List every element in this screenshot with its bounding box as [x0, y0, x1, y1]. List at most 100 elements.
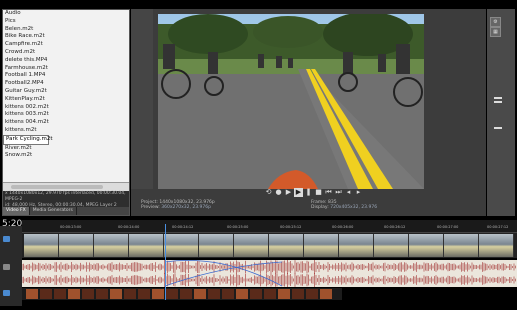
tab-media-generators[interactable]: Media Generators — [30, 207, 77, 215]
playhead[interactable] — [165, 224, 166, 300]
display-value: 720x405x32, 23.976 — [330, 205, 378, 210]
loop-icon[interactable]: ⟲ — [264, 188, 273, 197]
scrollbar-thumb[interactable] — [11, 185, 103, 189]
play-from-start-icon[interactable]: ▶ — [284, 188, 293, 197]
transport-controls: ⟲ ● ▶ ▶ ❚ ■ ⏮ ⏭ ◂ ▸ — [264, 188, 374, 199]
prev-frame-icon[interactable]: ◂ — [344, 188, 353, 197]
explorer-tabs: Video FX Media Generators — [3, 207, 129, 215]
file-item[interactable]: kittens 002.m2t — [3, 104, 129, 112]
file-item[interactable]: River.m2t — [3, 145, 129, 153]
video-thumbnail — [339, 234, 374, 257]
video-track-icon[interactable] — [3, 236, 10, 242]
video-thumbnail — [444, 234, 479, 257]
track-block — [264, 289, 276, 299]
file-item[interactable]: delete this.MP4 — [3, 57, 129, 65]
preview-toolbar — [131, 9, 153, 189]
preview-window: ⟲ ● ▶ ▶ ❚ ■ ⏮ ⏭ ◂ ▸ Project: 1440x1080x3… — [131, 9, 486, 216]
track-block — [306, 289, 318, 299]
stop-icon[interactable]: ■ — [314, 188, 323, 197]
audio-track[interactable] — [21, 260, 517, 287]
track-block — [320, 289, 332, 299]
record-icon[interactable]: ● — [274, 188, 283, 197]
video-thumbnail — [409, 234, 444, 257]
track-block — [54, 289, 66, 299]
ruler-tick: 00:00:23:00 — [60, 225, 82, 229]
ruler-tick: 00:00:26:00 — [332, 225, 354, 229]
meter-mark — [494, 97, 502, 99]
track-block — [194, 289, 206, 299]
file-item[interactable]: Bike Race.m2t — [3, 33, 129, 41]
track-block — [166, 289, 178, 299]
track-block — [180, 289, 192, 299]
file-info-video: x 1440x1080x12, 29.970 fps interlaced, 0… — [5, 191, 126, 202]
audio-track-2-icon[interactable] — [3, 290, 10, 296]
audio-waveform — [21, 260, 516, 287]
track-block — [82, 289, 94, 299]
file-item[interactable]: Pics — [3, 18, 129, 26]
video-thumbnail — [164, 234, 199, 257]
preview-label: Preview: — [141, 205, 160, 210]
video-track[interactable] — [22, 233, 517, 258]
tab-video-fx[interactable]: Video FX — [3, 207, 30, 215]
track-block — [278, 289, 290, 299]
file-item[interactable]: Campfire.m2t — [3, 41, 129, 49]
track-block — [250, 289, 262, 299]
explorer-panel: Audio Pics Belen.m2t Bike Race.m2t Campfire.… — [2, 9, 130, 216]
preview-info: Project: 1440x1080x32, 23.976p Preview: … — [141, 200, 471, 214]
track-block — [26, 289, 38, 299]
video-thumbnail — [24, 234, 59, 257]
file-item[interactable]: kittens.m2t — [3, 127, 129, 135]
audio-track-icon[interactable] — [3, 264, 10, 270]
track-block — [40, 289, 52, 299]
file-item[interactable]: kittens 004.m2t — [3, 119, 129, 127]
settings-icon[interactable]: ⚙ — [490, 17, 501, 27]
file-item[interactable]: Football 1.MP4 — [3, 72, 129, 80]
right-panel: ⚙ ▦ — [487, 9, 515, 216]
file-item[interactable]: Park Cycling.m2t — [3, 134, 53, 145]
video-thumbnail — [304, 234, 339, 257]
horizontal-scrollbar[interactable] — [3, 182, 129, 191]
video-thumbnail — [199, 234, 234, 257]
file-list[interactable]: Audio Pics Belen.m2t Bike Race.m2t Campfire.… — [3, 10, 129, 182]
ruler-tick: 00:00:25:12 — [280, 225, 302, 229]
track-block — [236, 289, 248, 299]
file-item[interactable]: Audio — [3, 10, 129, 18]
file-item[interactable]: kittens 003.m2t — [3, 111, 129, 119]
track-block — [124, 289, 136, 299]
ruler-tick: 00:00:24:00 — [118, 225, 140, 229]
track-block — [222, 289, 234, 299]
tool-icon[interactable]: ▦ — [490, 27, 501, 37]
file-item[interactable]: Snow.m2t — [3, 152, 129, 160]
next-frame-icon[interactable]: ▸ — [354, 188, 363, 197]
track-block — [96, 289, 108, 299]
track-block — [152, 289, 164, 299]
video-thumbnail — [479, 234, 514, 257]
ruler-tick: 00:00:27:12 — [487, 225, 509, 229]
file-item[interactable]: Belen.m2t — [3, 26, 129, 34]
lower-track[interactable] — [22, 288, 342, 300]
file-item[interactable]: Farmhouse.m2t — [3, 65, 129, 73]
track-block — [68, 289, 80, 299]
file-item[interactable]: Crowd.m2t — [3, 49, 129, 57]
file-item[interactable]: KittenPlay.m2t — [3, 96, 129, 104]
track-headers — [0, 226, 22, 306]
display-label: Display: — [311, 205, 329, 210]
track-block — [208, 289, 220, 299]
go-to-end-icon[interactable]: ⏭ — [334, 188, 343, 197]
meter-mark — [494, 101, 502, 103]
ruler-tick: 00:00:25:00 — [227, 225, 249, 229]
video-thumbnail — [59, 234, 94, 257]
go-to-start-icon[interactable]: ⏮ — [324, 188, 333, 197]
file-item[interactable]: Football2.MP4 — [3, 80, 129, 88]
track-block — [110, 289, 122, 299]
track-block — [292, 289, 304, 299]
pause-icon[interactable]: ❚ — [304, 188, 313, 197]
video-preview — [158, 14, 424, 189]
file-info: x 1440x1080x12, 29.970 fps interlaced, 0… — [3, 191, 129, 208]
timeline-ruler[interactable]: 00:00:23:00 00:00:24:00 00:00:24:12 00:0… — [22, 220, 517, 233]
file-item[interactable]: Guitar Guy.m2t — [3, 88, 129, 96]
video-thumbnail — [94, 234, 129, 257]
ruler-tick: 00:00:27:00 — [437, 225, 459, 229]
ruler-tick: 00:00:26:12 — [384, 225, 406, 229]
play-icon[interactable]: ▶ — [294, 188, 303, 197]
